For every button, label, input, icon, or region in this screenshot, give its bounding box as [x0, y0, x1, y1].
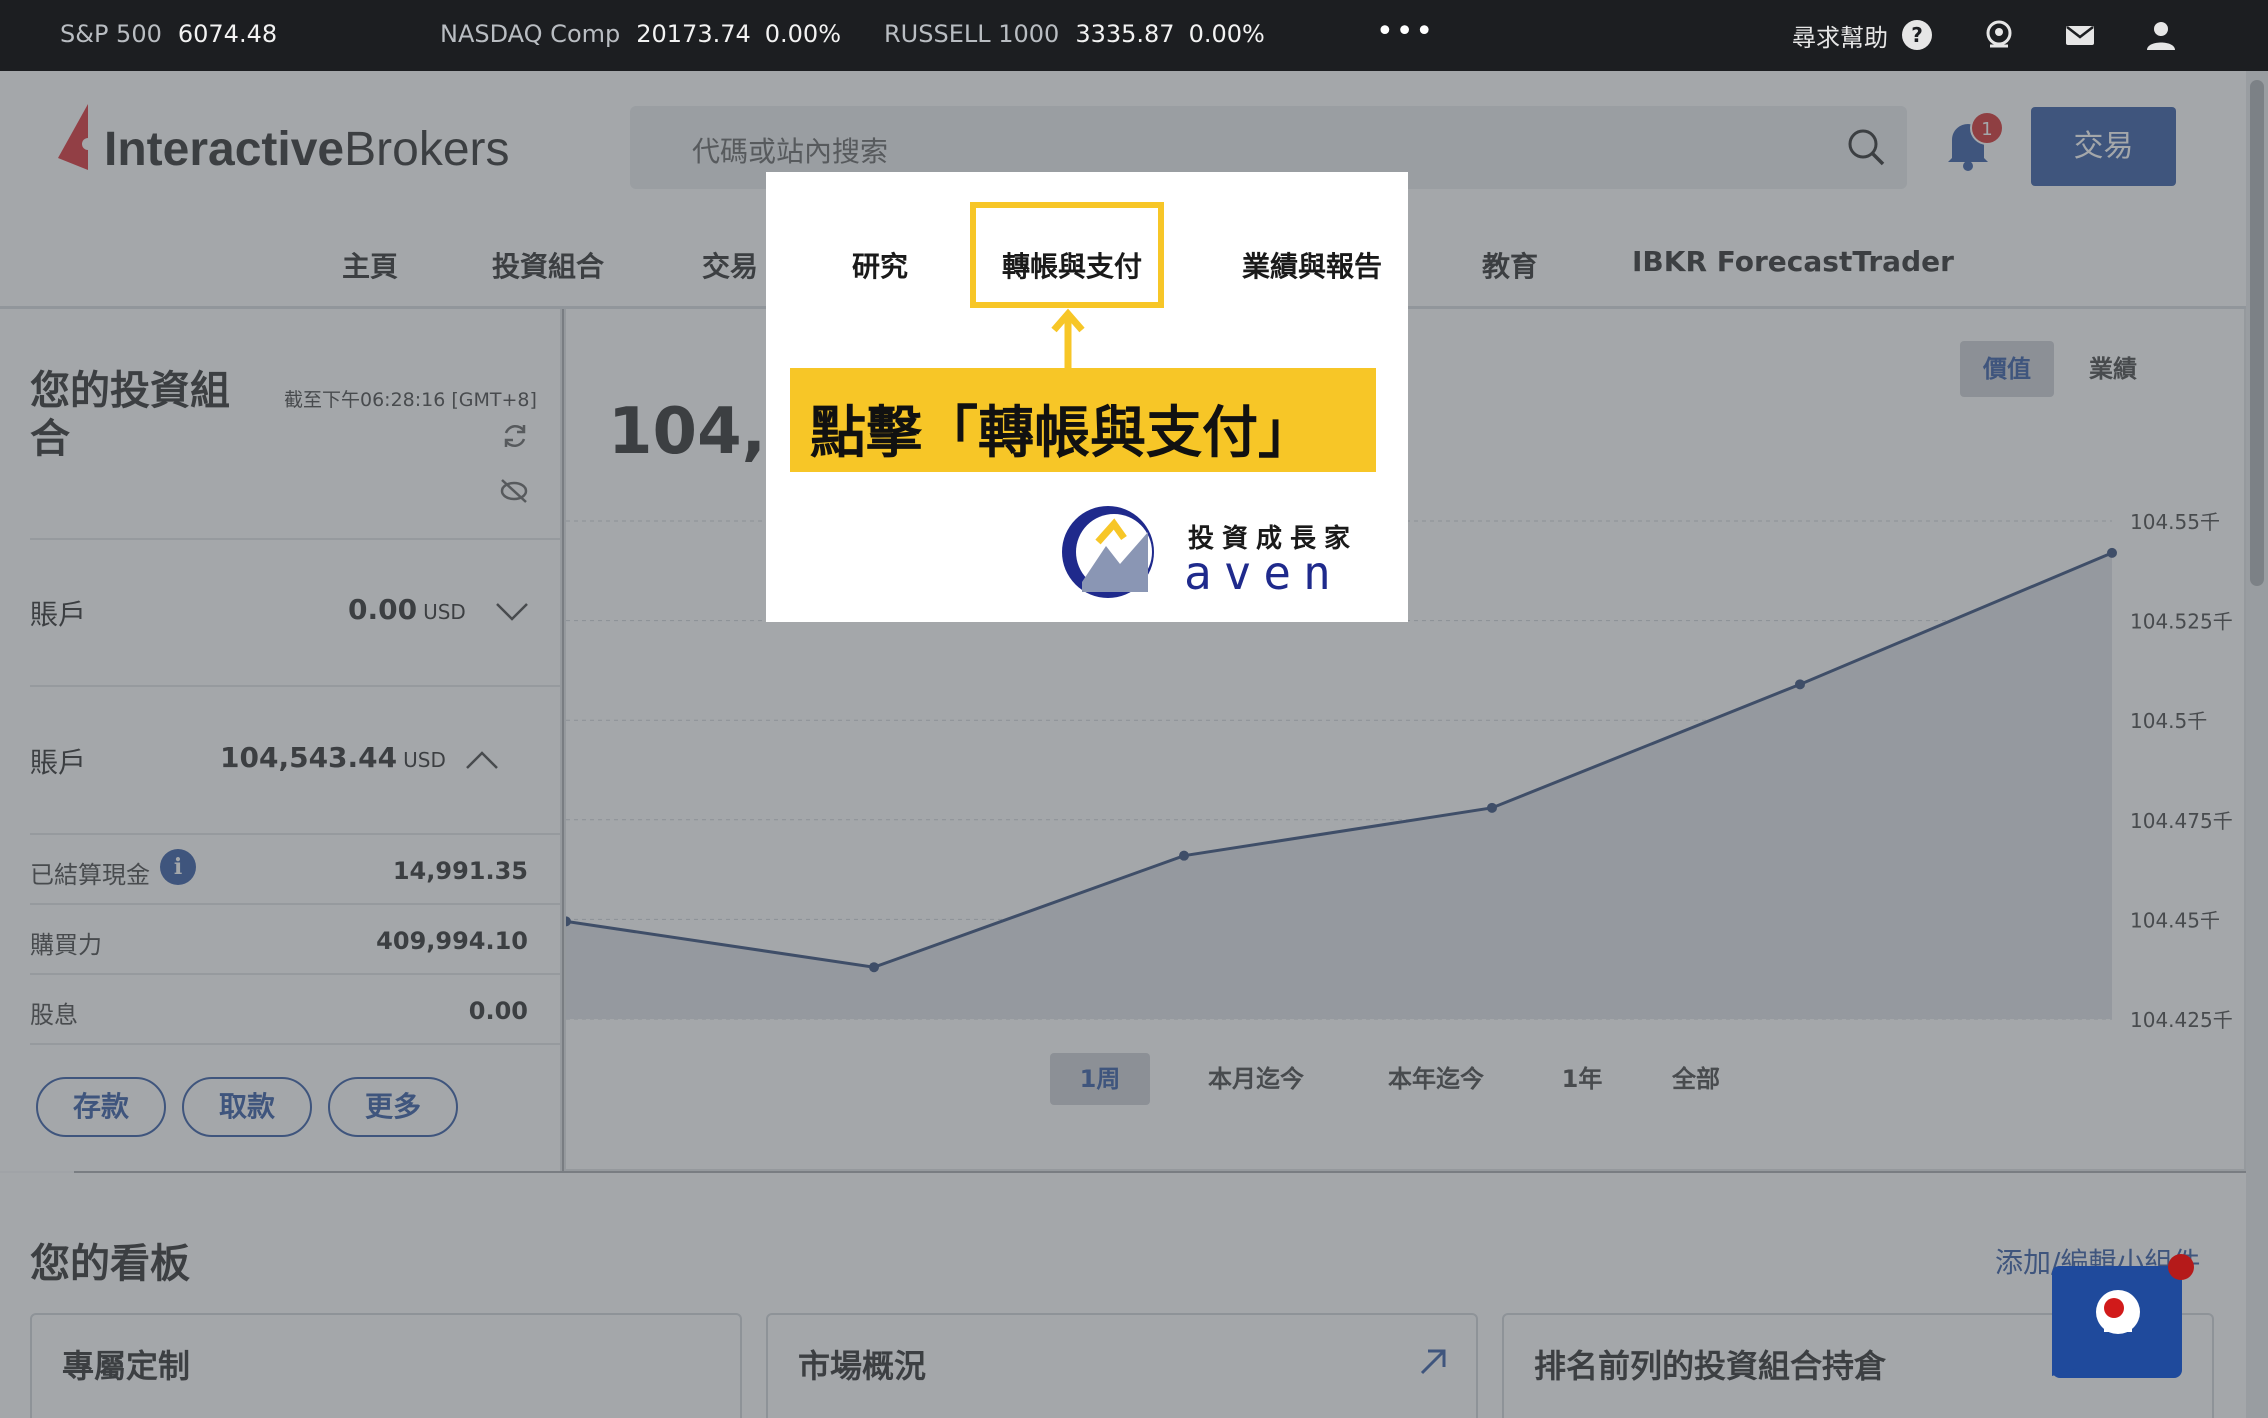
nav-tab-trade[interactable]: 交易	[702, 245, 758, 285]
mail-icon[interactable]	[2063, 18, 2097, 52]
y-tick-label: 104.45千	[2130, 908, 2220, 932]
nav-tab-education[interactable]: 教育	[1482, 245, 1538, 285]
brand-logo-text[interactable]: InteractiveBrokers	[104, 122, 510, 177]
as-of-timestamp: 截至下午06:28:16 [GMT+8]	[284, 389, 537, 411]
instruction-callout: 點擊「轉帳與支付」	[790, 368, 1376, 472]
widget-title: 排名前列的投資組合持倉	[1534, 1347, 1887, 1385]
ticker-more-icon[interactable]: •••	[1376, 14, 1435, 49]
brand-name-english: aven	[1184, 546, 1343, 600]
divider	[30, 903, 560, 905]
range-1-week[interactable]: 1周	[1050, 1053, 1150, 1105]
chevron-down-icon[interactable]	[494, 601, 530, 623]
divider	[30, 833, 560, 835]
help-link[interactable]: 尋求幫助	[1792, 18, 1888, 53]
nav-tab-portfolio[interactable]: 投資組合	[492, 245, 604, 285]
trade-button[interactable]: 交易	[2031, 107, 2176, 186]
page-scrollbar-thumb[interactable]	[2250, 80, 2264, 586]
y-tick-label: 104.5千	[2130, 709, 2207, 733]
ticker-item-nasdaq[interactable]: NASDAQ Comp 20173.74 0.00%	[440, 20, 841, 48]
chart-data-point[interactable]	[1795, 679, 1805, 690]
y-tick-label: 104.425千	[2130, 1008, 2233, 1032]
account-balance: 0.00 USD	[348, 593, 466, 626]
chart-data-point[interactable]	[1487, 802, 1497, 813]
help-question-icon[interactable]: ?	[1902, 20, 1932, 50]
account-label: 賬戶	[30, 746, 87, 779]
ticker-item-sp500[interactable]: S&P 5006074.48▲ 0.01%	[60, 20, 2268, 1418]
y-tick-label: 104.475千	[2130, 809, 2233, 833]
more-button[interactable]: 更多	[328, 1077, 458, 1137]
nav-tab-performance-reports[interactable]: 業績與報告	[1242, 245, 1382, 285]
dividends-label: 股息	[30, 1001, 78, 1029]
hide-values-icon[interactable]	[498, 477, 530, 505]
withdraw-button[interactable]: 取款	[182, 1077, 312, 1137]
range-1-year[interactable]: 1年	[1542, 1053, 1622, 1105]
buying-power-value: 409,994.10	[376, 927, 528, 955]
range-month-to-date[interactable]: 本月迄今	[1186, 1053, 1326, 1105]
notification-badge: 1	[1970, 111, 2004, 145]
ib-logo-icon	[58, 104, 94, 170]
chart-data-point[interactable]	[869, 962, 879, 973]
tutorial-spotlight: 研究 轉帳與支付 業績與報告 點擊「轉帳與支付」 投資成長家 aven	[766, 172, 1408, 622]
nav-tab-home[interactable]: 主頁	[342, 245, 398, 285]
chart-data-point[interactable]	[2107, 547, 2117, 558]
brand-logo-icon	[1062, 506, 1154, 598]
portfolio-summary-panel: 您的投資組合 截至下午06:28:16 [GMT+8] 賬戶 0.00 USD 賬…	[0, 309, 562, 1171]
dashboard-title: 您的看板	[30, 1241, 190, 1287]
info-icon[interactable]: i	[160, 849, 196, 885]
refresh-icon[interactable]	[500, 421, 530, 451]
widget-card[interactable]: 市場概況	[766, 1313, 1478, 1418]
divider	[30, 973, 560, 975]
nav-tab-forecasttrader[interactable]: IBKR ForecastTrader	[1632, 245, 1954, 278]
chat-notification-dot	[2168, 1254, 2194, 1280]
dashboard-section: 您的看板 添加/編輯小組件 專屬定制 市場概況 排名前列的投資組合持倉	[0, 1173, 2268, 1418]
settled-cash-label: 已結算現金	[30, 861, 150, 889]
account-balance: 104,543.44 USD	[220, 741, 446, 774]
chart-area-fill	[566, 552, 2112, 1019]
chevron-up-icon[interactable]	[464, 749, 500, 771]
portfolio-title: 您的投資組合	[30, 368, 230, 462]
nav-tab-research[interactable]: 研究	[852, 245, 908, 285]
y-tick-label: 104.525千	[2130, 610, 2233, 634]
arrow-up-right-icon[interactable]	[1416, 1345, 1450, 1379]
y-tick-label: 104.55千	[2130, 510, 2220, 534]
divider	[30, 538, 560, 540]
search-icon[interactable]	[1845, 126, 1887, 168]
arrow-up-icon	[1051, 308, 1085, 372]
chart-data-point[interactable]	[1179, 850, 1189, 861]
chat-assistant-icon	[2052, 1266, 2182, 1376]
chat-support-icon[interactable]	[1982, 18, 2016, 52]
chat-widget-button[interactable]	[2052, 1266, 2182, 1378]
buying-power-label: 購買力	[30, 931, 102, 959]
widget-title: 市場概況	[798, 1347, 927, 1385]
user-profile-icon[interactable]	[2144, 18, 2178, 52]
range-year-to-date[interactable]: 本年迄今	[1366, 1053, 1506, 1105]
divider	[30, 685, 560, 687]
highlight-box	[970, 202, 1164, 308]
market-ticker-bar: S&P 5006074.48▲ 0.01% NASDAQ Comp20173.7…	[0, 0, 2268, 1418]
ticker-item-russell[interactable]: RUSSELL 1000 3335.87 0.00%	[884, 20, 1265, 48]
settled-cash-value: 14,991.35	[392, 857, 528, 885]
divider	[30, 1043, 560, 1045]
widget-title: 專屬定制	[62, 1347, 191, 1385]
search-input[interactable]: 代碼或站內搜索	[692, 130, 888, 170]
range-all[interactable]: 全部	[1656, 1053, 1736, 1105]
widget-card[interactable]: 專屬定制	[30, 1313, 742, 1418]
account-label: 賬戶	[30, 598, 87, 631]
deposit-button[interactable]: 存款	[36, 1077, 166, 1137]
dividends-value: 0.00	[468, 997, 528, 1025]
